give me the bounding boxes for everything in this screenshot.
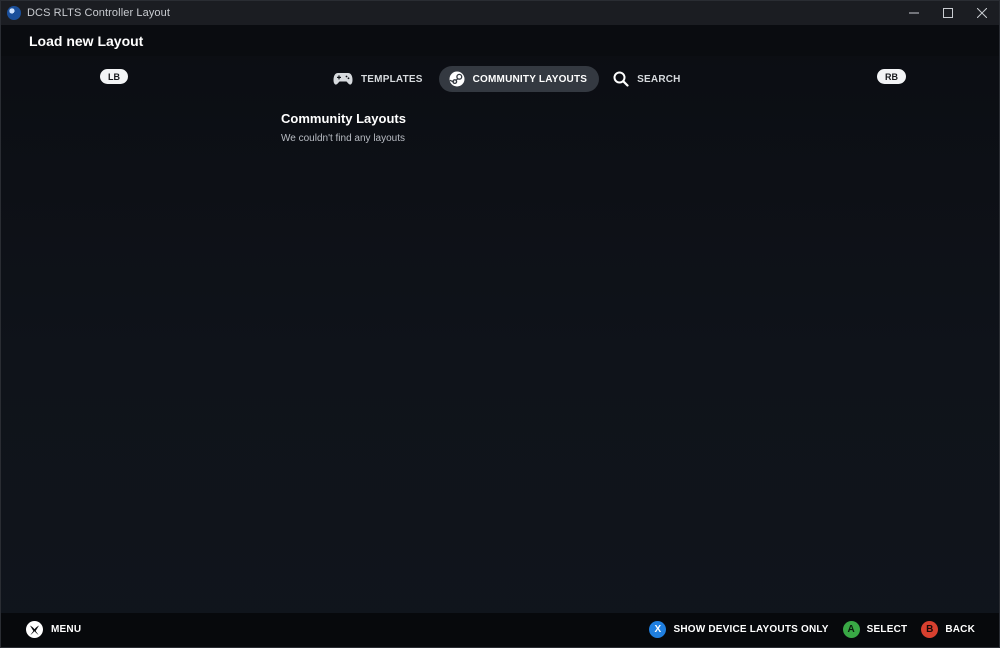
window-title: DCS RLTS Controller Layout (27, 7, 171, 19)
maximize-icon (943, 8, 953, 18)
footer-actions: X SHOW DEVICE LAYOUTS ONLY A SELECT B BA… (635, 621, 975, 638)
maximize-button[interactable] (931, 1, 965, 25)
lb-bumper-button[interactable]: LB (100, 69, 128, 84)
tab-templates[interactable]: TEMPLATES (323, 66, 435, 92)
menu-label: MENU (51, 624, 82, 635)
x-button-icon: X (649, 621, 667, 638)
select-button[interactable]: A SELECT (842, 621, 908, 638)
search-icon (613, 71, 629, 87)
page-title: Load new Layout (29, 32, 144, 49)
b-button-icon: B (921, 621, 939, 638)
title-bar: DCS RLTS Controller Layout (1, 1, 999, 25)
close-button[interactable] (965, 1, 999, 25)
tab-templates-label: TEMPLATES (361, 73, 423, 85)
app-window: DCS RLTS Controller Layout Load new Layo… (0, 0, 1000, 648)
window-controls (897, 1, 999, 25)
gamepad-icon (333, 72, 353, 86)
rb-bumper-button[interactable]: RB (877, 69, 906, 84)
xbox-icon (26, 621, 43, 638)
a-button-icon: A (842, 621, 860, 638)
tab-search-label: SEARCH (637, 73, 681, 85)
steam-icon (449, 71, 465, 87)
minimize-icon (909, 12, 919, 14)
show-device-layouts-button[interactable]: X SHOW DEVICE LAYOUTS ONLY (649, 621, 828, 638)
steam-icon (7, 6, 21, 20)
back-label: BACK (945, 624, 975, 635)
back-button[interactable]: B BACK (921, 621, 975, 638)
tab-search[interactable]: SEARCH (603, 66, 692, 92)
empty-state-message: We couldn't find any layouts (281, 133, 406, 144)
menu-button[interactable]: MENU (26, 621, 81, 638)
page-header: Load new Layout (1, 25, 999, 56)
section-title: Community Layouts (281, 111, 406, 126)
close-icon (977, 8, 987, 18)
minimize-button[interactable] (897, 1, 931, 25)
select-label: SELECT (866, 624, 908, 635)
tab-strip: TEMPLATES COMMUNITY LAYOUTS SEARCH (323, 66, 693, 92)
show-device-layouts-label: SHOW DEVICE LAYOUTS ONLY (673, 624, 829, 635)
footer-bar: MENU X SHOW DEVICE LAYOUTS ONLY A SELECT… (1, 613, 999, 647)
tab-community-layouts-label: COMMUNITY LAYOUTS (472, 73, 588, 85)
tab-community-layouts[interactable]: COMMUNITY LAYOUTS (438, 66, 600, 92)
